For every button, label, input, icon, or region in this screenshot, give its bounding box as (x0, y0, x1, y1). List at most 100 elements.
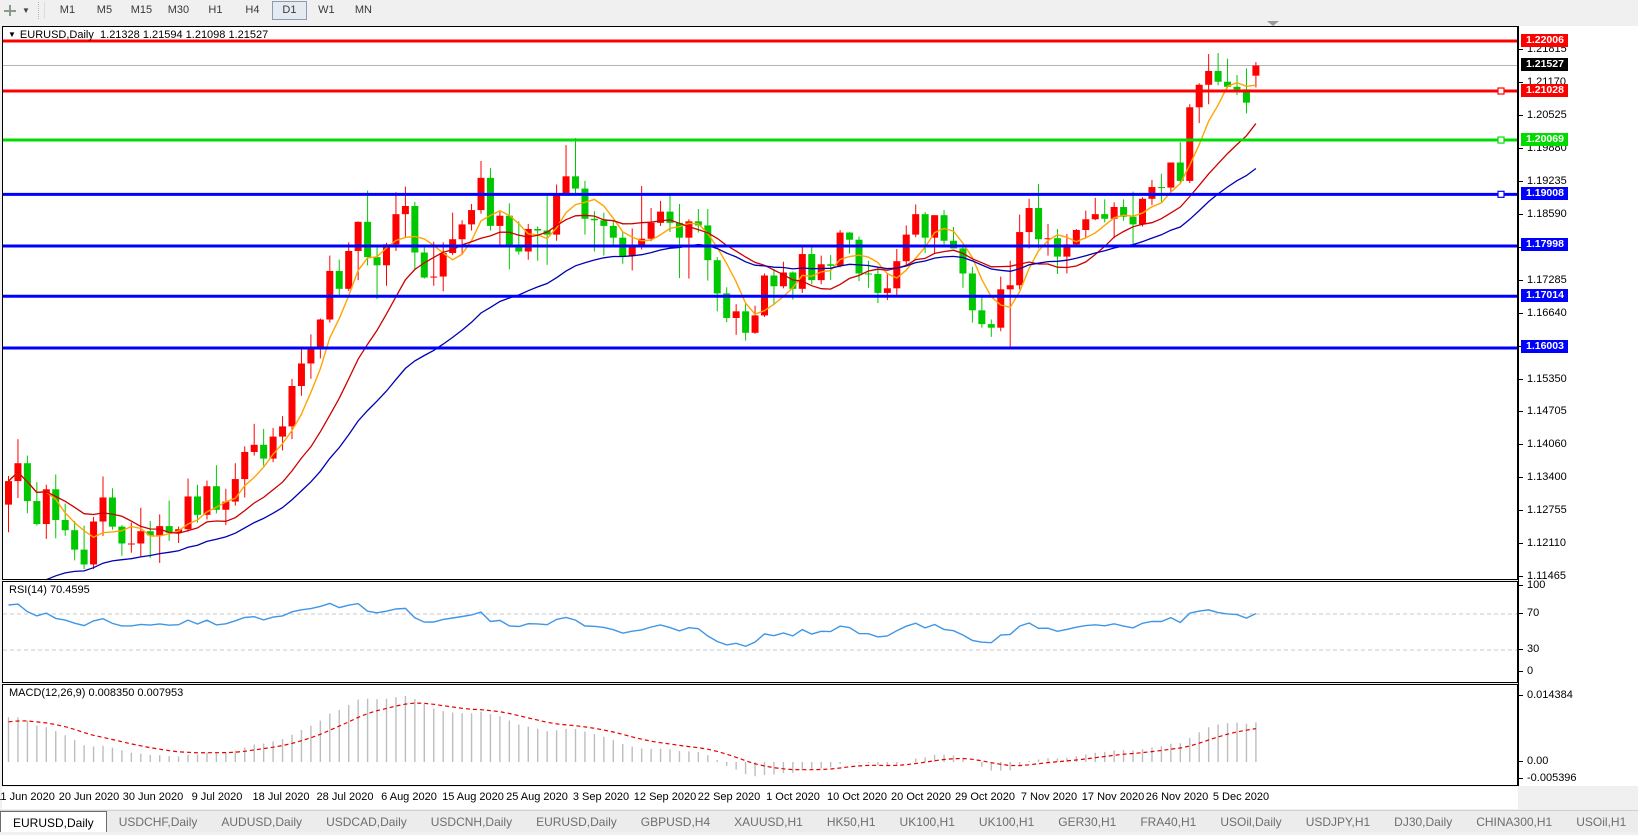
price-tick-label: 1.19235 (1527, 175, 1567, 187)
date-label: 7 Nov 2020 (1021, 791, 1077, 803)
chevron-down-icon[interactable]: ▼ (22, 6, 30, 15)
axis-tick-mark (1519, 576, 1523, 577)
price-tick-label: 1.12755 (1527, 504, 1567, 516)
timeframe-button-mn[interactable]: MN (346, 1, 381, 20)
timeframe-button-h4[interactable]: H4 (235, 1, 270, 20)
axis-tick-mark (1519, 49, 1523, 50)
toolbar-separator (38, 2, 45, 19)
date-label: 25 Aug 2020 (506, 791, 568, 803)
date-label: 12 Sep 2020 (634, 791, 696, 803)
rsi-panel[interactable]: RSI(14) 70.4595 (2, 581, 1518, 683)
chart-tab-china300-h1[interactable]: CHINA300,H1 (1464, 811, 1564, 833)
chart-tab-audusd-daily[interactable]: AUDUSD,Daily (209, 811, 314, 833)
axis-tick-mark (1519, 411, 1523, 412)
price-label-1.22006: 1.22006 (1521, 34, 1568, 47)
timeframe-button-m1[interactable]: M1 (50, 1, 85, 20)
price-chart-panel[interactable]: ▼EURUSD,Daily 1.21328 1.21594 1.21098 1.… (2, 26, 1518, 580)
axis-tick-mark (1519, 613, 1523, 614)
axis-tick-mark (1519, 649, 1523, 650)
chart-tab-fra40-h1[interactable]: FRA40,H1 (1128, 811, 1208, 833)
axis-tick-mark (1519, 761, 1523, 762)
price-axis-labels: 1.218151.211701.205251.198801.192351.185… (1519, 26, 1638, 786)
date-label: 28 Jul 2020 (317, 791, 374, 803)
price-tick-label: 1.18590 (1527, 208, 1567, 220)
rsi-axis-label: 70 (1527, 607, 1539, 619)
chart-tab-usdcad-daily[interactable]: USDCAD,Daily (314, 811, 419, 833)
chart-tab-hk50-h1[interactable]: HK50,H1 (815, 811, 888, 833)
price-tick-label: 1.14705 (1527, 405, 1567, 417)
chart-tab-usoil-h1[interactable]: USOil,H1 (1564, 811, 1638, 833)
chart-tab-uk100-h1[interactable]: UK100,H1 (967, 811, 1046, 833)
timeframe-button-w1[interactable]: W1 (309, 1, 344, 20)
axis-tick-mark (1519, 181, 1523, 182)
chart-tab-eurusd-daily[interactable]: EURUSD,Daily (524, 811, 629, 833)
chart-title-ohlc: ▼EURUSD,Daily 1.21328 1.21594 1.21098 1.… (8, 29, 268, 41)
ma-fast-line (9, 83, 1256, 538)
line-handle-icon[interactable] (1498, 88, 1504, 94)
axis-tick-mark (1519, 585, 1523, 586)
line-handle-icon[interactable] (1498, 137, 1504, 143)
timeframe-button-m30[interactable]: M30 (161, 1, 196, 20)
macd-axis-label: 0.014384 (1527, 689, 1573, 701)
chart-tab-gbpusd-h4[interactable]: GBPUSD,H4 (629, 811, 722, 833)
macd-panel[interactable]: MACD(12,26,9) 0.008350 0.007953 (2, 684, 1518, 786)
line-handle-icon[interactable] (1498, 191, 1504, 197)
rsi-axis-label: 100 (1527, 579, 1545, 591)
ma-mid-line (9, 124, 1256, 534)
timeframe-button-m15[interactable]: M15 (124, 1, 159, 20)
rsi-plot (3, 582, 1517, 682)
axis-tick-mark (1519, 214, 1523, 215)
chart-symbol: EURUSD,Daily (20, 29, 94, 41)
top-toolbar: ▼ M1M5M15M30H1H4D1W1MN (0, 0, 1638, 22)
mt4-terminal: { "toolbar": { "timeframes": [ {"label":… (0, 0, 1638, 835)
chart-tab-usdcnh-daily[interactable]: USDCNH,Daily (419, 811, 524, 833)
axis-tick-mark (1519, 477, 1523, 478)
price-label-1.20069: 1.20069 (1521, 133, 1568, 146)
date-label: 22 Sep 2020 (698, 791, 760, 803)
chart-tab-eurusd-daily[interactable]: EURUSD,Daily (0, 811, 107, 833)
date-label: 30 Jun 2020 (123, 791, 184, 803)
macd-label: MACD(12,26,9) 0.008350 0.007953 (9, 687, 183, 699)
price-tick-label: 1.17285 (1527, 274, 1567, 286)
chart-tab-usoil-daily[interactable]: USOil,Daily (1208, 811, 1293, 833)
price-tick-label: 1.13400 (1527, 471, 1567, 483)
date-label: 20 Oct 2020 (891, 791, 951, 803)
axis-tick-mark (1519, 671, 1523, 672)
date-label: 5 Dec 2020 (1213, 791, 1269, 803)
chart-tab-xauusd-h1[interactable]: XAUUSD,H1 (722, 811, 815, 833)
candles (5, 53, 1259, 569)
axis-tick-mark (1519, 313, 1523, 314)
chart-tab-usdchf-daily[interactable]: USDCHF,Daily (107, 811, 210, 833)
chart-tab-usdjpy-h1[interactable]: USDJPY,H1 (1294, 811, 1382, 833)
axis-tick-mark (1519, 280, 1523, 281)
crosshair-tool-icon[interactable] (2, 3, 20, 18)
chart-tab-dj30-daily[interactable]: DJ30,Daily (1382, 811, 1464, 833)
price-axis[interactable]: 1.218151.211701.205251.198801.192351.185… (1518, 26, 1638, 786)
price-tick-label: 1.16640 (1527, 307, 1567, 319)
macd-axis-label: -0.005396 (1527, 772, 1577, 784)
timeframe-button-m5[interactable]: M5 (87, 1, 122, 20)
axis-tick-mark (1519, 148, 1523, 149)
timeframe-button-h1[interactable]: H1 (198, 1, 233, 20)
rsi-line (9, 603, 1256, 646)
chart-tab-ger30-h1[interactable]: GER30,H1 (1046, 811, 1128, 833)
date-label: 26 Nov 2020 (1146, 791, 1208, 803)
macd-plot (3, 685, 1517, 785)
collapse-triangle-icon[interactable]: ▼ (8, 30, 16, 39)
date-label: 18 Jul 2020 (253, 791, 310, 803)
date-label: 3 Sep 2020 (573, 791, 629, 803)
axis-tick-mark (1519, 115, 1523, 116)
price-tick-label: 1.12110 (1527, 537, 1566, 549)
price-label-1.17998: 1.17998 (1521, 238, 1568, 251)
price-tick-label: 1.14060 (1527, 438, 1567, 450)
macd-axis-label: 0.00 (1527, 755, 1548, 767)
timeframe-button-d1[interactable]: D1 (272, 1, 307, 20)
date-label: 20 Jun 2020 (59, 791, 120, 803)
time-axis[interactable]: 11 Jun 202020 Jun 202030 Jun 20209 Jul 2… (2, 787, 1518, 809)
date-label: 10 Oct 2020 (827, 791, 887, 803)
date-label: 6 Aug 2020 (381, 791, 437, 803)
date-label: 1 Oct 2020 (766, 791, 820, 803)
rsi-axis-label: 0 (1527, 665, 1533, 677)
axis-tick-mark (1519, 379, 1523, 380)
chart-tab-uk100-h1[interactable]: UK100,H1 (888, 811, 967, 833)
